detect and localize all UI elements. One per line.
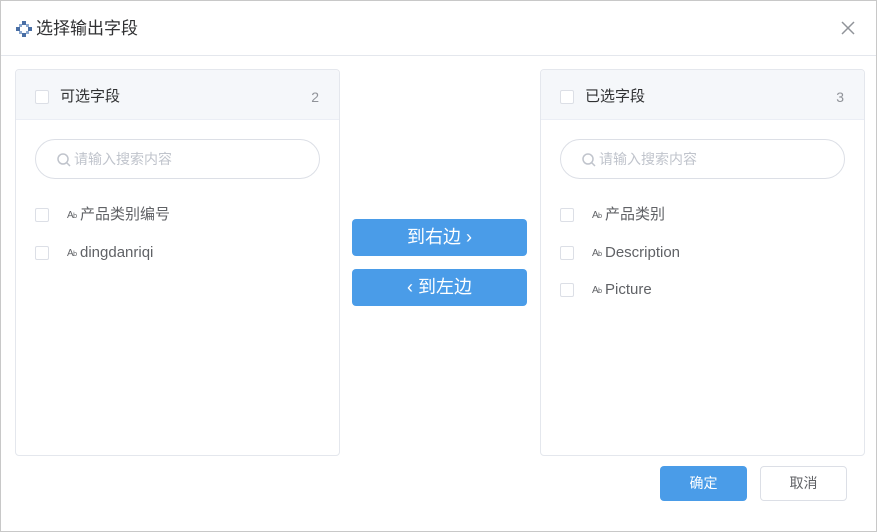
panel-title: 已选字段 (585, 88, 646, 105)
move-to-left-label: 到左边 (418, 277, 472, 297)
panel-title: 可选字段 (60, 88, 121, 105)
item-checkbox[interactable] (560, 208, 574, 222)
text-type-icon: Ab (67, 248, 77, 259)
selected-fields-panel: 已选字段 3 Ab 产品类别 Ab Description Ab Picture (540, 69, 865, 456)
item-label: 产品类别编号 (80, 206, 171, 223)
list-item[interactable]: Ab Description (541, 239, 861, 267)
text-type-icon: Ab (592, 285, 602, 296)
item-label: dingdanriqi (80, 244, 154, 261)
available-fields-panel: 可选字段 2 Ab 产品类别编号 Ab dingdanriqi (15, 69, 340, 456)
item-checkbox[interactable] (560, 246, 574, 260)
select-all-checkbox[interactable] (560, 90, 574, 104)
dialog-title: 选择输出字段 (36, 19, 138, 38)
text-type-icon: Ab (592, 210, 602, 221)
cancel-button[interactable]: 取消 (760, 466, 847, 501)
item-checkbox[interactable] (35, 208, 49, 222)
list-item[interactable]: Ab dingdanriqi (16, 239, 336, 267)
list-item[interactable]: Ab Picture (541, 276, 861, 304)
chevron-right-icon: › (466, 227, 472, 247)
search-input[interactable] (74, 148, 304, 170)
chevron-left-icon: ‹ (406, 277, 413, 297)
search-box (35, 139, 320, 179)
field-select-icon (16, 21, 32, 37)
search-icon (57, 153, 71, 167)
search-icon (582, 153, 596, 167)
select-all-checkbox[interactable] (35, 90, 49, 104)
item-checkbox[interactable] (35, 246, 49, 260)
search-box (560, 139, 845, 179)
text-type-icon: Ab (592, 248, 602, 259)
item-label: Description (605, 244, 681, 261)
select-output-fields-dialog: 选择输出字段 可选字段 2 Ab 产品类别编号 Ab dingdanr (0, 0, 877, 532)
search-input[interactable] (599, 148, 829, 170)
item-count: 2 (311, 89, 319, 105)
move-to-left-button[interactable]: ‹ 到左边 (352, 269, 527, 306)
item-label: 产品类别 (605, 206, 666, 223)
confirm-button[interactable]: 确定 (660, 466, 747, 501)
dialog-header: 选择输出字段 (1, 1, 876, 56)
list-item[interactable]: Ab 产品类别编号 (16, 201, 336, 229)
move-to-right-button[interactable]: 到右边 › (352, 219, 527, 256)
item-count: 3 (836, 89, 844, 105)
text-type-icon: Ab (67, 210, 77, 221)
close-icon[interactable] (839, 19, 857, 37)
list-item[interactable]: Ab 产品类别 (541, 201, 861, 229)
move-to-right-label: 到右边 (406, 227, 461, 247)
panel-header: 已选字段 3 (541, 70, 864, 120)
panel-header: 可选字段 2 (16, 70, 339, 120)
item-label: Picture (605, 281, 652, 298)
item-checkbox[interactable] (560, 283, 574, 297)
